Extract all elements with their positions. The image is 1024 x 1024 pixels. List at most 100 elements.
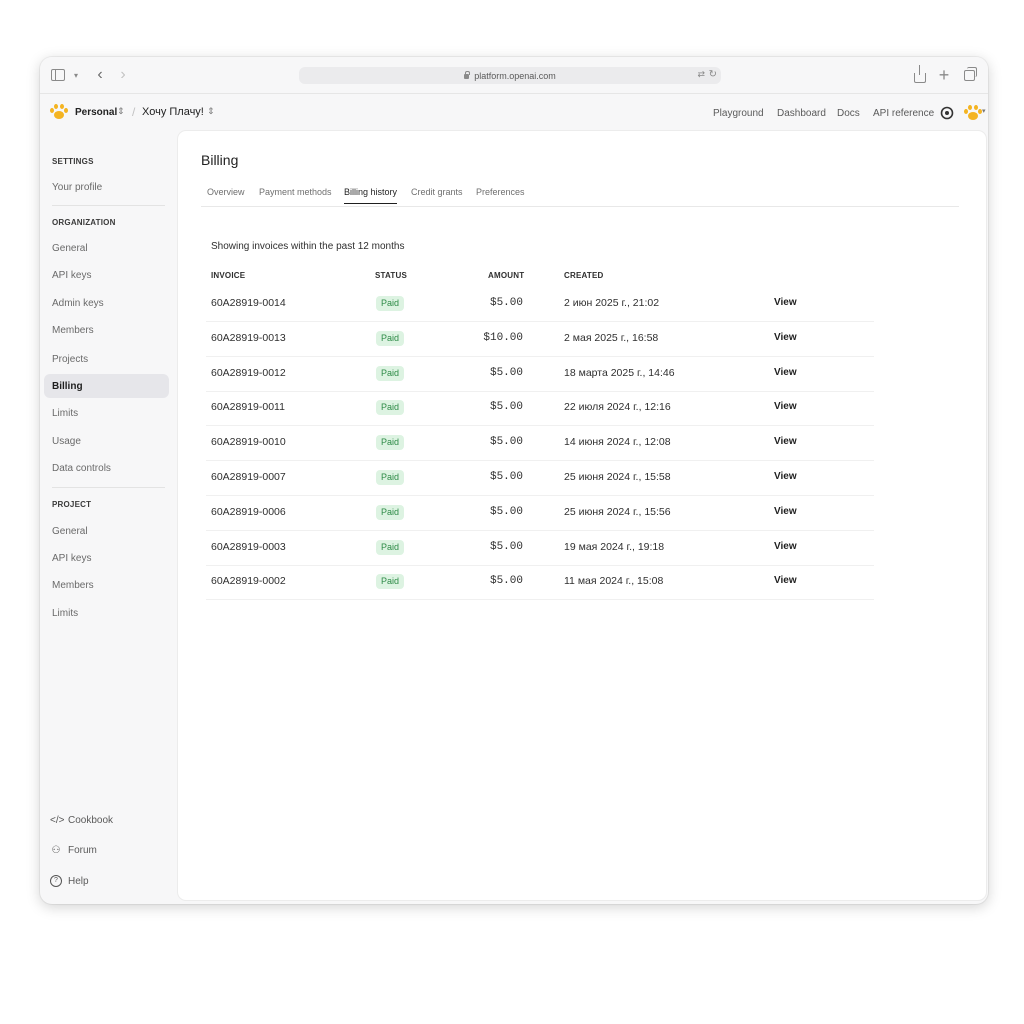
tab-preferences[interactable]: Preferences <box>476 187 525 203</box>
sidebar-item-projects[interactable]: Projects <box>44 347 169 371</box>
invoice-created: 2 июн 2025 г., 21:02 <box>564 297 660 309</box>
column-header-invoice: INVOICE <box>211 271 246 280</box>
tab-overview-icon[interactable] <box>961 66 977 84</box>
sidebar-section-organization: ORGANIZATION <box>52 218 116 227</box>
sidebar-link-help[interactable]: ? Help <box>50 875 89 887</box>
sidebar-item-project-limits[interactable]: Limits <box>44 601 169 625</box>
sidebar-item-api-keys[interactable]: API keys <box>44 263 169 287</box>
tab-payment-methods[interactable]: Payment methods <box>259 187 332 203</box>
sidebar-item-limits[interactable]: Limits <box>44 401 169 425</box>
table-row: 60A28919-0014 Paid $5.00 2 июн 2025 г., 21:… <box>206 286 874 322</box>
cookbook-label: Cookbook <box>68 815 114 826</box>
invoice-created: 2 мая 2025 г., 16:58 <box>564 331 659 344</box>
forum-label: Forum <box>68 845 97 856</box>
share-icon[interactable] <box>913 65 927 84</box>
table-row: 60A28919-0003 Paid $5.00 19 мая 2024 г., 19… <box>206 530 874 566</box>
sidebar-link-forum[interactable]: ⚇ Forum <box>50 845 97 856</box>
invoice-amount: $5.00 <box>489 505 523 518</box>
org-switcher[interactable]: Personal <box>75 107 117 118</box>
sidebar-item-project-members[interactable]: Members <box>44 573 169 597</box>
help-icon: ? <box>50 875 62 887</box>
avatar[interactable] <box>964 105 982 121</box>
url-text: platform.openai.com <box>474 70 556 81</box>
forward-icon[interactable]: › <box>116 66 130 84</box>
invoice-id: 60A28919-0011 <box>211 401 285 414</box>
invoice-id: 60A28919-0012 <box>211 366 286 379</box>
chevron-down-icon[interactable]: ▾ <box>71 66 81 84</box>
reload-icon[interactable]: ↻ <box>709 69 717 80</box>
nav-docs[interactable]: Docs <box>837 108 860 119</box>
nav-playground[interactable]: Playground <box>713 108 764 119</box>
view-invoice-link[interactable]: View <box>774 332 797 343</box>
settings-icon[interactable] <box>940 106 954 120</box>
project-switcher-chevron-icon[interactable]: ⇕ <box>207 106 215 117</box>
sidebar-item-members[interactable]: Members <box>44 318 169 342</box>
sidebar-item-general[interactable]: General <box>44 236 169 260</box>
sidebar-item-project-api-keys[interactable]: API keys <box>44 546 169 570</box>
translate-icon[interactable]: ⇄ <box>697 69 705 80</box>
sidebar-item-project-general[interactable]: General <box>44 519 169 543</box>
invoice-id: 60A28919-0013 <box>211 331 286 344</box>
invoice-id: 60A28919-0014 <box>211 297 286 309</box>
invoice-created: 18 марта 2025 г., 14:46 <box>564 366 675 379</box>
sidebar-item-admin-keys[interactable]: Admin keys <box>44 291 169 315</box>
view-invoice-link[interactable]: View <box>774 471 797 482</box>
invoice-id: 60A28919-0010 <box>211 436 286 449</box>
invoice-amount: $5.00 <box>489 366 523 379</box>
view-invoice-link[interactable]: View <box>774 367 797 378</box>
invoice-created: 19 мая 2024 г., 19:18 <box>564 540 665 553</box>
table-row: 60A28919-0007 Paid $5.00 25 июня 2024 г., 1… <box>206 460 874 496</box>
tab-billing-history[interactable]: Billing history <box>344 187 398 204</box>
view-invoice-link[interactable]: View <box>774 575 797 586</box>
view-invoice-link[interactable]: View <box>774 401 797 412</box>
sidebar-divider <box>52 205 165 206</box>
view-invoice-link[interactable]: View <box>774 506 797 517</box>
table-row: 60A28919-0010 Paid $5.00 14 июня 2024 г., 1… <box>206 425 874 462</box>
page-title: Billing <box>201 152 239 168</box>
project-switcher[interactable]: Хочу Плачу! <box>142 106 204 118</box>
back-icon[interactable]: ‹ <box>93 66 107 84</box>
view-invoice-link[interactable]: View <box>774 436 797 447</box>
sidebar-divider <box>52 487 165 488</box>
invoice-amount: $5.00 <box>489 401 523 414</box>
status-badge: Paid <box>376 539 405 555</box>
tab-credit-grants[interactable]: Credit grants <box>411 187 463 203</box>
invoice-created: 25 июня 2024 г., 15:56 <box>564 505 671 518</box>
sidebar-item-usage[interactable]: Usage <box>44 429 169 453</box>
paw-logo-icon[interactable] <box>50 104 68 120</box>
invoice-created: 22 июля 2024 г., 12:16 <box>564 401 671 414</box>
invoice-id: 60A28919-0003 <box>211 540 286 553</box>
people-icon: ⚇ <box>51 845 61 856</box>
sidebar-item-your-profile[interactable]: Your profile <box>44 175 169 199</box>
view-invoice-link[interactable]: View <box>774 297 797 308</box>
sidebar-toggle-icon[interactable] <box>50 66 66 84</box>
browser-toolbar: ▾ ‹ › platform.openai.com ⇄ ↻ + <box>40 57 988 94</box>
sidebar-item-billing[interactable]: Billing <box>44 374 169 398</box>
sidebar-section-settings: SETTINGS <box>52 157 94 166</box>
main-panel: Billing Overview Payment methods Billing… <box>178 131 986 900</box>
table-row: 60A28919-0002 Paid $5.00 11 мая 2024 г., 15… <box>206 564 874 601</box>
invoice-id: 60A28919-0006 <box>211 505 286 518</box>
new-tab-icon[interactable]: + <box>937 65 951 85</box>
sidebar-link-cookbook[interactable]: </> Cookbook <box>50 815 113 826</box>
tab-overview[interactable]: Overview <box>207 187 245 203</box>
sidebar-item-data-controls[interactable]: Data controls <box>44 456 169 480</box>
nav-dashboard[interactable]: Dashboard <box>777 108 826 119</box>
app-header: Personal ⇕ / Хочу Плачу! ⇕ Playground Da… <box>40 93 988 133</box>
nav-api-reference[interactable]: API reference <box>873 108 934 119</box>
org-switcher-chevron-icon[interactable]: ⇕ <box>117 106 125 117</box>
invoices-caption: Showing invoices within the past 12 mont… <box>211 241 405 252</box>
avatar-chevron-icon[interactable]: ▾ <box>982 107 986 115</box>
view-invoice-link[interactable]: View <box>774 541 797 552</box>
table-row: 60A28919-0013 Paid $10.00 2 мая 2025 г., 16… <box>206 321 874 357</box>
invoice-amount: $5.00 <box>489 471 523 483</box>
column-header-status: STATUS <box>375 271 408 280</box>
invoice-created: 25 июня 2024 г., 15:58 <box>564 471 671 483</box>
table-row: 60A28919-0006 Paid $5.00 25 июня 2024 г., 1… <box>206 495 874 531</box>
address-bar[interactable]: platform.openai.com ⇄ ↻ <box>299 67 721 84</box>
invoice-amount: $10.00 <box>483 331 523 344</box>
help-label: Help <box>68 875 89 887</box>
status-badge: Paid <box>376 365 405 381</box>
invoice-created: 14 июня 2024 г., 12:08 <box>564 436 671 449</box>
column-header-created: CREATED <box>564 271 604 280</box>
